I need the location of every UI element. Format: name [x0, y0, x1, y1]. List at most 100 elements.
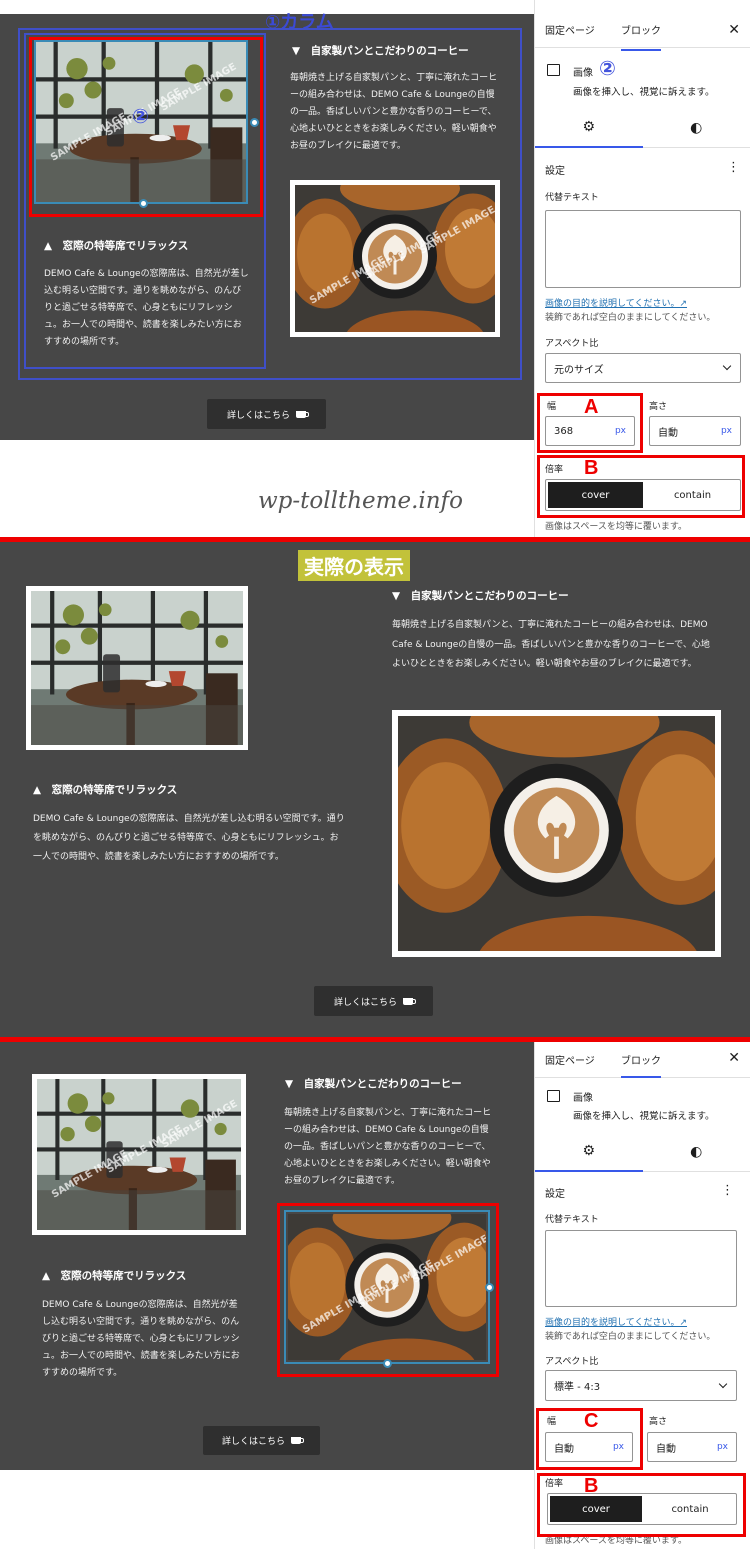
tab-page[interactable]: 固定ページ — [545, 22, 595, 37]
settings-menu-icon[interactable]: ⋮ — [721, 1183, 734, 1198]
alt-text-input-2[interactable] — [545, 1230, 737, 1307]
alt-help-text-2: 装飾であれば空白のままにしてください。 — [545, 1332, 716, 1342]
styles-contrast-icon[interactable]: ◐ — [643, 108, 750, 148]
resize-handle-bottom-2[interactable] — [383, 1359, 392, 1368]
para-right: 毎朝焼き上げる自家製パンと、丁寧に淹れたコーヒーの組み合わせは、DEMO Caf… — [290, 73, 498, 151]
details-button-2[interactable]: 詳しくはこちら — [203, 1426, 320, 1455]
alt-help-link-2[interactable]: 画像の目的を説明してください。↗ — [545, 1315, 687, 1328]
height-value-2: 自動 — [656, 1443, 676, 1455]
scale-help-2: 画像はスペースを均等に覆います。 — [545, 1536, 688, 1546]
cafe-photo-2[interactable]: SAMPLE IMAGE SAMPLE IMAGE SAMPLE IMAGE — [32, 1074, 246, 1235]
block-sidebar: 固定ページ ブロック ✕ 画像 ② 画像を挿入し、視覚に訴えます。 ⚙ ◐ 設定… — [534, 0, 750, 538]
resize-handle-right[interactable] — [250, 118, 259, 127]
scale-toggle-2: cover contain — [547, 1493, 737, 1525]
annotation-letter-b: B — [584, 457, 599, 479]
heading-right-actual: ▼ 自家製パンとこだわりのコーヒー — [392, 590, 569, 602]
aspect-select[interactable]: 元のサイズ — [545, 353, 741, 383]
scale-cover-option-2[interactable]: cover — [550, 1496, 642, 1522]
height-unit-2: px — [716, 1442, 728, 1452]
styles-contrast-icon[interactable]: ◐ — [643, 1132, 750, 1172]
width-input-2[interactable]: 自動 px — [545, 1432, 633, 1462]
scale-cover-option[interactable]: cover — [548, 482, 643, 508]
heading-right-2: ▼ 自家製パンとこだわりのコーヒー — [285, 1078, 462, 1090]
annotation-letter-a: A — [584, 396, 599, 418]
scale-contain-option[interactable]: contain — [645, 480, 740, 510]
alt-help-link[interactable]: 画像の目的を説明してください。↗ — [545, 296, 687, 309]
watermark-text: wp-tolltheme.info — [258, 488, 463, 514]
para-left: DEMO Cafe & Loungeの窓際席は、自然光が差し込む明るい空間です。… — [44, 269, 249, 347]
settings-style-tabs: ⚙ ◐ — [535, 108, 750, 148]
height-label: 高さ — [649, 402, 668, 412]
scale-label-2: 倍率 — [545, 1479, 564, 1489]
height-value: 自動 — [658, 427, 678, 439]
details-button-label: 詳しくはこちら — [226, 410, 290, 421]
sidebar-tabs: 固定ページ ブロック ✕ — [535, 0, 750, 51]
block-desc-2: 画像を挿入し、視覚に訴えます。 — [573, 1111, 715, 1122]
settings-style-tabs-2: ⚙ ◐ — [535, 1132, 750, 1172]
editor-screenshot-bottom: SAMPLE IMAGE SAMPLE IMAGE SAMPLE IMAGE ▲ 窓… — [0, 1042, 750, 1549]
settings-title: 設定 — [545, 166, 565, 177]
alt-text-input[interactable] — [545, 210, 741, 288]
tab-page-2[interactable]: 固定ページ — [545, 1052, 595, 1067]
para-left-actual: DEMO Cafe & Loungeの窓際席は、自然光が差し込む明るい空間です。… — [33, 814, 345, 862]
aspect-label: アスペクト比 — [545, 339, 599, 349]
chevron-down-icon — [718, 1379, 728, 1388]
aspect-value: 元のサイズ — [554, 364, 604, 376]
height-input-2[interactable]: 自動 px — [647, 1432, 737, 1462]
close-icon[interactable]: ✕ — [728, 1050, 740, 1066]
width-unit: px — [614, 426, 626, 436]
cafe-photo-actual[interactable] — [26, 586, 248, 750]
scale-label: 倍率 — [545, 465, 564, 475]
tab-block[interactable]: ブロック — [621, 22, 661, 51]
coffee-photo[interactable]: SAMPLE IMAGE SAMPLE IMAGE SAMPLE IMAGE — [290, 180, 500, 337]
sidebar-tabs-2: 固定ページ ブロック ✕ — [535, 1042, 750, 1078]
image-block-icon — [547, 1090, 560, 1102]
width-input[interactable]: 368 px — [545, 416, 635, 446]
alt-label-2: 代替テキスト — [545, 1215, 599, 1225]
heading-right: ▼ 自家製パンとこだわりのコーヒー — [292, 45, 469, 57]
annotation-letter-c: C — [584, 1410, 599, 1432]
block-annotation-num: ② — [599, 56, 616, 80]
actual-display-label: 実際の表示 — [298, 550, 410, 581]
settings-gear-icon[interactable]: ⚙ — [535, 1132, 643, 1172]
coffee-icon — [296, 410, 309, 418]
tab-block-2[interactable]: ブロック — [621, 1052, 661, 1078]
resize-handle-bottom[interactable] — [139, 199, 148, 208]
actual-display-section: 実際の表示 ▲ 窓際の特等席でリラックス DEMO Cafe & Loungeの… — [0, 542, 750, 1038]
block-sidebar-2: 固定ページ ブロック ✕ 画像 画像を挿入し、視覚に訴えます。 ⚙ ◐ 設定 ⋮… — [534, 1042, 750, 1549]
column-annotation: ①カラム — [265, 12, 334, 33]
details-button[interactable]: 詳しくはこちら — [207, 399, 326, 429]
settings-title-2: 設定 — [545, 1189, 565, 1200]
height-unit: px — [720, 426, 732, 436]
coffee-photo-actual[interactable] — [392, 710, 721, 957]
heading-left-2: ▲ 窓際の特等席でリラックス — [42, 1270, 187, 1282]
image-annotation-num: ② — [132, 104, 149, 128]
aspect-value-2: 標準 - 4:3 — [554, 1382, 601, 1393]
coffee-icon — [403, 997, 416, 1005]
height-input[interactable]: 自動 px — [649, 416, 741, 446]
height-label-2: 高さ — [649, 1417, 668, 1427]
coffee-photo-2[interactable]: SAMPLE IMAGE SAMPLE IMAGE SAMPLE IMAGE — [288, 1214, 486, 1360]
image-block-icon — [547, 64, 560, 76]
editor-screenshot-top: ①カラム SAMPLE IMAGE SAMPLE IMAGE SAMPLE IMAG… — [0, 0, 750, 538]
width-unit-2: px — [612, 1442, 624, 1452]
settings-gear-icon[interactable]: ⚙ — [535, 108, 643, 148]
coffee-icon — [291, 1437, 304, 1444]
details-button-label-2: 詳しくはこちら — [221, 1437, 285, 1447]
resize-handle-right-2[interactable] — [485, 1283, 494, 1292]
details-button-actual[interactable]: 詳しくはこちら — [314, 986, 433, 1016]
width-value: 368 — [554, 425, 574, 437]
heading-left-actual: ▲ 窓際の特等席でリラックス — [33, 784, 178, 796]
aspect-select-2[interactable]: 標準 - 4:3 — [545, 1370, 737, 1401]
aspect-label-2: アスペクト比 — [545, 1357, 599, 1367]
scale-contain-option-2[interactable]: contain — [644, 1494, 736, 1524]
block-name: 画像 — [573, 68, 593, 79]
para-right-actual: 毎朝焼き上げる自家製パンと、丁寧に淹れたコーヒーの組み合わせは、DEMO Caf… — [392, 620, 710, 669]
settings-menu-icon[interactable]: ⋮ — [727, 160, 740, 175]
details-button-label-actual: 詳しくはこちら — [333, 997, 397, 1008]
width-label-2: 幅 — [547, 1417, 557, 1427]
scale-help: 画像はスペースを均等に覆います。 — [545, 522, 688, 532]
close-icon[interactable]: ✕ — [728, 22, 740, 38]
heading-left: ▲ 窓際の特等席でリラックス — [44, 240, 189, 252]
block-name-2: 画像 — [573, 1093, 593, 1104]
